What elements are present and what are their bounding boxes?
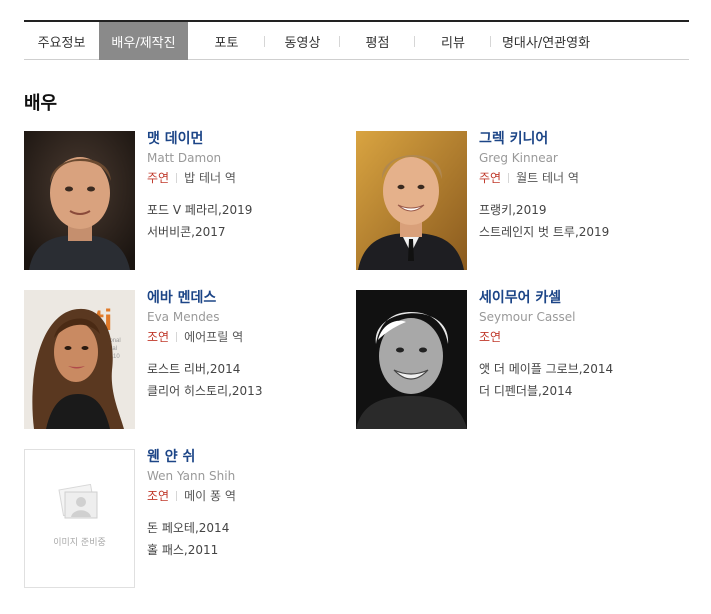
film-link[interactable]: 프랭키,2019 [479, 199, 609, 221]
role-name: 밥 테너 역 [184, 171, 236, 185]
film-link[interactable]: 클리어 히스토리,2013 [147, 380, 262, 402]
actor-name[interactable]: 세이무어 카셀 [479, 289, 613, 307]
actor-english-name: Eva Mendes [147, 310, 220, 324]
tab-label: 명대사/연관영화 [501, 35, 591, 51]
role-line: 조연 에어프릴 역 [147, 328, 262, 346]
role-name: 에어프릴 역 [184, 330, 244, 344]
role-name: 월트 테너 역 [516, 171, 579, 185]
actor-name[interactable]: 맷 데이먼 [147, 130, 252, 148]
placeholder-text: 이미지 준비중 [53, 538, 106, 548]
tab-bar: 주요정보 배우/제작진 포토 동영상 평점 리뷰 명대사/연관영화 [24, 20, 689, 60]
tab-label: 배우/제작진 [111, 35, 176, 51]
actor-card: 세이무어 카셀 Seymour Cassel 조연 앳 더 메이플 그로브,20… [356, 290, 676, 435]
actor-english-name: Wen Yann Shih [147, 469, 236, 483]
actor-card: 그렉 키니어 Greg Kinnear 주연 월트 테너 역 프랭키,2019 스… [356, 131, 676, 276]
actor-english-name: Greg Kinnear [479, 151, 558, 165]
actor-card: 맷 데이먼 Matt Damon 주연 밥 테너 역 포드 V 페라리,2019 … [24, 131, 344, 276]
actor-photo[interactable] [356, 131, 467, 270]
role-line: 조연 [479, 328, 613, 346]
actor-photo[interactable]: ti ional ival 9.10 [24, 290, 135, 429]
tab-photo[interactable]: 포토 [188, 22, 265, 60]
filmography: 로스트 리버,2014 클리어 히스토리,2013 [147, 358, 262, 402]
actor-english-name: Matt Damon [147, 151, 222, 165]
role-line: 주연 밥 테너 역 [147, 169, 252, 187]
role-type: 조연 [147, 489, 170, 503]
actor-card: 이미지 준비중 웬 얀 쉬 Wen Yann Shih 조연 메이 퐁 역 돈 페… [24, 449, 344, 594]
role-divider [176, 173, 178, 183]
tab-main-info[interactable]: 주요정보 [24, 22, 99, 60]
role-type: 조연 [147, 330, 170, 344]
filmography: 프랭키,2019 스트레인지 벗 트루,2019 [479, 199, 609, 243]
actor-name[interactable]: 그렉 키니어 [479, 130, 609, 148]
actor-name[interactable]: 에바 멘데스 [147, 289, 262, 307]
role-type: 주연 [147, 171, 170, 185]
role-divider [508, 173, 510, 183]
tab-label: 주요정보 [37, 35, 86, 51]
section-title: 배우 [24, 93, 58, 114]
role-type: 주연 [479, 171, 502, 185]
role-line: 조연 메이 퐁 역 [147, 487, 236, 505]
tab-label: 평점 [365, 35, 390, 51]
actor-name[interactable]: 웬 얀 쉬 [147, 448, 236, 466]
image-placeholder-icon [58, 483, 98, 519]
film-link[interactable]: 더 디펜더블,2014 [479, 380, 613, 402]
film-link[interactable]: 서버비콘,2017 [147, 221, 252, 243]
tab-label: 리뷰 [441, 35, 465, 51]
filmography: 돈 페오테,2014 홀 패스,2011 [147, 517, 236, 561]
role-line: 주연 월트 테너 역 [479, 169, 609, 187]
tab-video[interactable]: 동영상 [265, 22, 340, 60]
filmography: 앳 더 메이플 그로브,2014 더 디펜더블,2014 [479, 358, 613, 402]
actor-card: ti ional ival 9.10 에바 멘데스 Eva Mendes 조연 에… [24, 290, 344, 435]
tab-rating[interactable]: 평점 [340, 22, 415, 60]
film-link[interactable]: 돈 페오테,2014 [147, 517, 236, 539]
actor-photo[interactable] [356, 290, 467, 429]
actor-english-name: Seymour Cassel [479, 310, 576, 324]
film-link[interactable]: 로스트 리버,2014 [147, 358, 262, 380]
role-divider [176, 332, 178, 342]
film-link[interactable]: 포드 V 페라리,2019 [147, 199, 252, 221]
role-divider [176, 491, 178, 501]
tab-label: 동영상 [284, 35, 321, 51]
tab-quotes-related[interactable]: 명대사/연관영화 [491, 22, 601, 60]
role-type: 조연 [479, 330, 502, 344]
film-link[interactable]: 앳 더 메이플 그로브,2014 [479, 358, 613, 380]
tab-review[interactable]: 리뷰 [415, 22, 491, 60]
actor-photo[interactable] [24, 131, 135, 270]
actor-photo-placeholder[interactable]: 이미지 준비중 [24, 449, 135, 588]
filmography: 포드 V 페라리,2019 서버비콘,2017 [147, 199, 252, 243]
film-link[interactable]: 스트레인지 벗 트루,2019 [479, 221, 609, 243]
film-link[interactable]: 홀 패스,2011 [147, 539, 236, 561]
tab-label: 포토 [214, 35, 239, 51]
role-name: 메이 퐁 역 [184, 489, 236, 503]
tab-cast-crew[interactable]: 배우/제작진 [99, 22, 188, 60]
